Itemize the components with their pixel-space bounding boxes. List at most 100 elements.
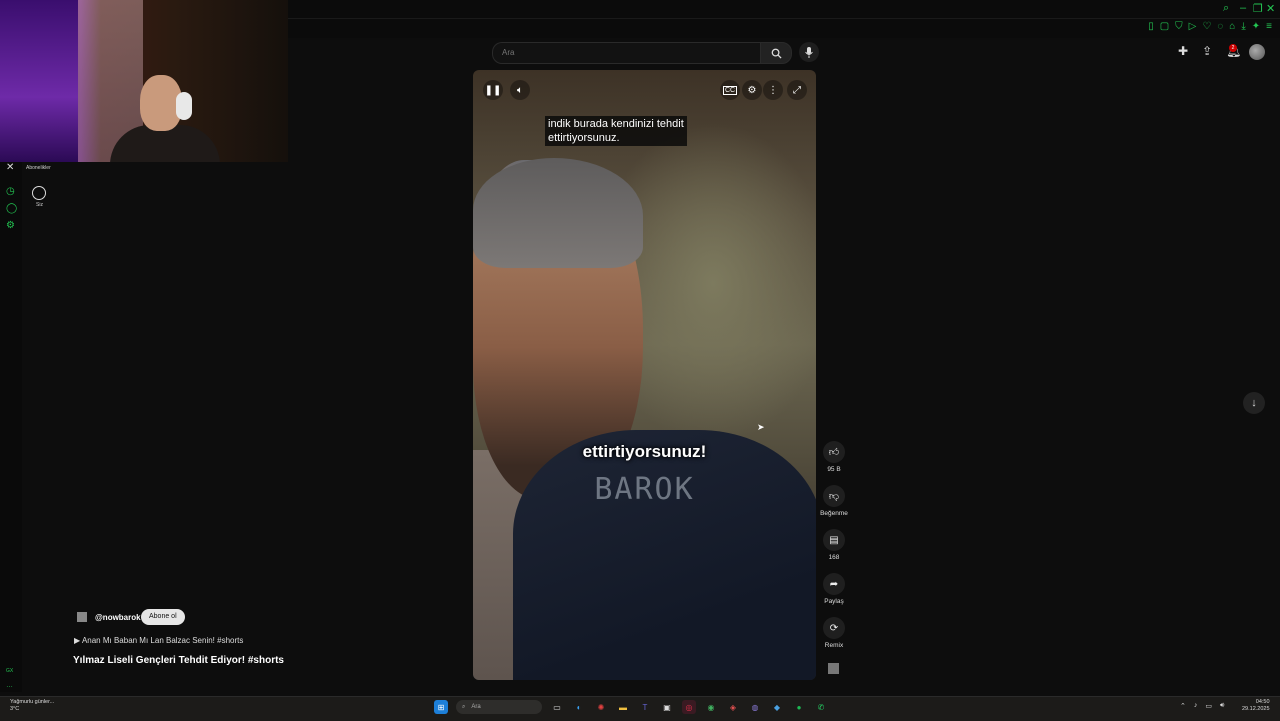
remix-icon[interactable]: ⟳ [823,617,845,639]
remix-action[interactable]: ⟳ Remix [820,617,848,649]
you-icon[interactable] [32,186,46,200]
whatsapp-icon[interactable]: ◯ [6,203,17,214]
mouse-cursor-icon: ➤ [757,422,765,432]
discord-icon[interactable]: ◍ [748,700,762,714]
tray-chevron-icon[interactable]: ⌃ [1180,702,1186,710]
edge-icon[interactable]: ◐ [572,700,586,714]
subscriptions-label[interactable]: Abonelikler [26,165,51,171]
channel-name[interactable]: @nowbarok [95,613,141,622]
app-icon[interactable]: ◈ [726,700,740,714]
clock-time: 04:50 [1255,699,1270,705]
file-explorer-icon[interactable]: ▬ [616,700,630,714]
settings-button[interactable]: ⚙ [742,80,762,100]
ai-icon[interactable]: ✦ [1252,21,1260,32]
volume-tray-icon[interactable]: 🔊︎ [1220,702,1224,710]
steam-icon[interactable]: ◆ [770,700,784,714]
share-label: Paylaş [824,598,844,605]
bookmark-icon[interactable]: ▯ [1148,21,1154,32]
search-tabs-icon[interactable]: ⌕ [1223,2,1229,15]
play-icon[interactable]: ▷ [1189,21,1197,32]
dislike-label: Beğenme [820,510,848,517]
thumbs-up-icon[interactable]: 👍︎ [823,441,845,463]
mic-icon [805,46,813,58]
browser-sidebar-rail [0,162,22,692]
sound-thumbnail[interactable] [828,663,839,674]
thumbs-down-icon[interactable]: 👎︎ [823,485,845,507]
like-count: 95 B [827,466,841,473]
heart-icon[interactable]: ♡ [1202,21,1211,32]
clock-date: 29.12.2025 [1242,706,1270,712]
comment-icon[interactable]: ▤ [823,529,845,551]
remix-label: Remix [824,642,844,649]
download-icon[interactable]: ⤓ [1241,21,1245,32]
share-action[interactable]: ➦ Paylaş [820,573,848,605]
history-icon[interactable]: ◷ [6,186,15,197]
fullscreen-button[interactable]: ⤢ [787,80,807,100]
video-watermark: BAROK [594,472,695,507]
spotify-icon[interactable]: ● [792,700,806,714]
taskbar-search-icon: ⌕ [462,703,466,710]
whatsapp-taskbar-icon[interactable]: ✆ [814,700,828,714]
weather-widget[interactable]: Yağmurlu günler... 3°C [10,699,54,713]
channel-avatar[interactable] [77,612,87,622]
more-icon[interactable]: … [6,682,13,689]
taskbar-clock[interactable]: 04:50 29.12.2025 [1242,699,1270,713]
mic-tray-icon[interactable]: ♪ [1194,702,1198,710]
snapshot-icon[interactable]: ▢ [1160,21,1169,32]
you-label[interactable]: Siz [36,202,43,208]
teams-icon[interactable]: T [638,700,652,714]
account-avatar[interactable] [1249,44,1265,60]
video-hair [473,158,643,268]
search-input[interactable] [500,47,744,58]
search-button[interactable] [760,42,792,64]
taskbar-search[interactable]: ⌕ Ara [456,700,542,714]
upload-icon[interactable]: ⇪ [1202,44,1212,58]
x-icon[interactable]: ✕ [6,162,14,173]
like-action[interactable]: 👍︎ 95 B [820,441,848,473]
network-icon[interactable]: ▭ [1205,702,1212,710]
pause-button[interactable]: ❚❚ [483,80,503,100]
store-icon[interactable]: ▣ [660,700,674,714]
pause-icon: ❚❚ [484,84,502,96]
short-title[interactable]: Yılmaz Liseli Gençleri Tehdit Ediyor! #s… [73,655,284,666]
dislike-action[interactable]: 👎︎ Beğenme [820,485,848,517]
caption-text: indik burada kendinizi tehdit ettirtiyor… [545,116,687,146]
taskbar-search-label: Ara [471,704,481,710]
chat-icon[interactable]: ◌ [1217,21,1223,32]
music-line[interactable]: ▶ Anan Mı Baban Mı Lan Balzac Senin! #sh… [74,636,243,645]
volume-icon: 🔈︎ [517,84,523,96]
chrome-icon[interactable]: ◉ [704,700,718,714]
shield-icon[interactable]: ⛉ [1175,21,1183,32]
minimize-icon[interactable]: – [1240,2,1246,14]
close-window-icon[interactable]: ✕ [1266,2,1275,15]
taskbar-apps: ⊞ ⌕ Ara ▭ ◐ ✺ ▬ T ▣ ◎ ◉ ◈ ◍ ◆ ● ✆ [434,700,828,714]
cc-icon: CC [722,85,738,95]
shorts-video-player[interactable]: ❚❚ 🔈︎ CC ⚙ ⋮ ⤢ indik burada kendinizi te… [473,70,816,680]
share-icon[interactable]: ➦ [823,573,845,595]
opera-gx-icon[interactable]: ◎ [682,700,696,714]
wallet-icon[interactable]: ⌂ [1229,21,1235,32]
settings-icon[interactable]: ⚙ [6,220,15,231]
create-icon[interactable]: ✚ [1178,44,1188,58]
captions-button[interactable]: CC [720,80,740,100]
search-icon [771,48,782,59]
weather-text: Yağmurlu günler... [10,699,55,705]
copilot-icon[interactable]: ✺ [594,700,608,714]
comment-count: 168 [828,554,840,561]
comment-action[interactable]: ▤ 168 [820,529,848,561]
expand-icon: ⤢ [793,84,801,96]
menu-icon[interactable]: ≡ [1266,21,1272,32]
arrow-down-icon: ↓ [1251,397,1257,409]
volume-button[interactable]: 🔈︎ [510,80,530,100]
task-view-icon[interactable]: ▭ [550,700,564,714]
tab-bar [288,0,1280,19]
next-short-button[interactable]: ↓ [1243,392,1265,414]
restore-icon[interactable]: ❐ [1253,2,1263,15]
windows-start-icon[interactable]: ⊞ [434,700,448,714]
music-title: Anan Mı Baban Mı Lan Balzac Senin! #shor… [81,636,244,645]
system-tray: ⌃ ♪ ▭ 🔊︎ [1180,702,1224,710]
voice-search-button[interactable] [799,42,819,62]
more-options-button[interactable]: ⋮ [763,80,783,100]
gx-label: GX [6,668,14,674]
subscribe-button[interactable]: Abone ol [141,609,185,625]
